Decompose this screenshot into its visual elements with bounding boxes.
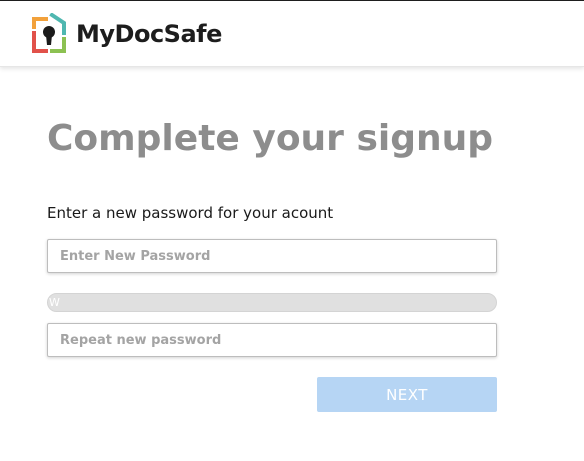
- keyhole-house-logo-icon: [32, 13, 66, 53]
- password-strength-meter: W: [47, 293, 497, 312]
- next-button[interactable]: NEXT: [317, 377, 497, 412]
- password-strength-label: W: [49, 296, 60, 309]
- password-instruction: Enter a new password for your acount: [47, 204, 334, 222]
- brand-name: MyDocSafe: [76, 20, 222, 48]
- page-title: Complete your signup: [47, 118, 494, 159]
- new-password-input[interactable]: [47, 239, 497, 273]
- repeat-password-input[interactable]: [47, 323, 497, 357]
- brand-logo[interactable]: MyDocSafe: [30, 13, 222, 55]
- top-header: MyDocSafe: [0, 1, 584, 67]
